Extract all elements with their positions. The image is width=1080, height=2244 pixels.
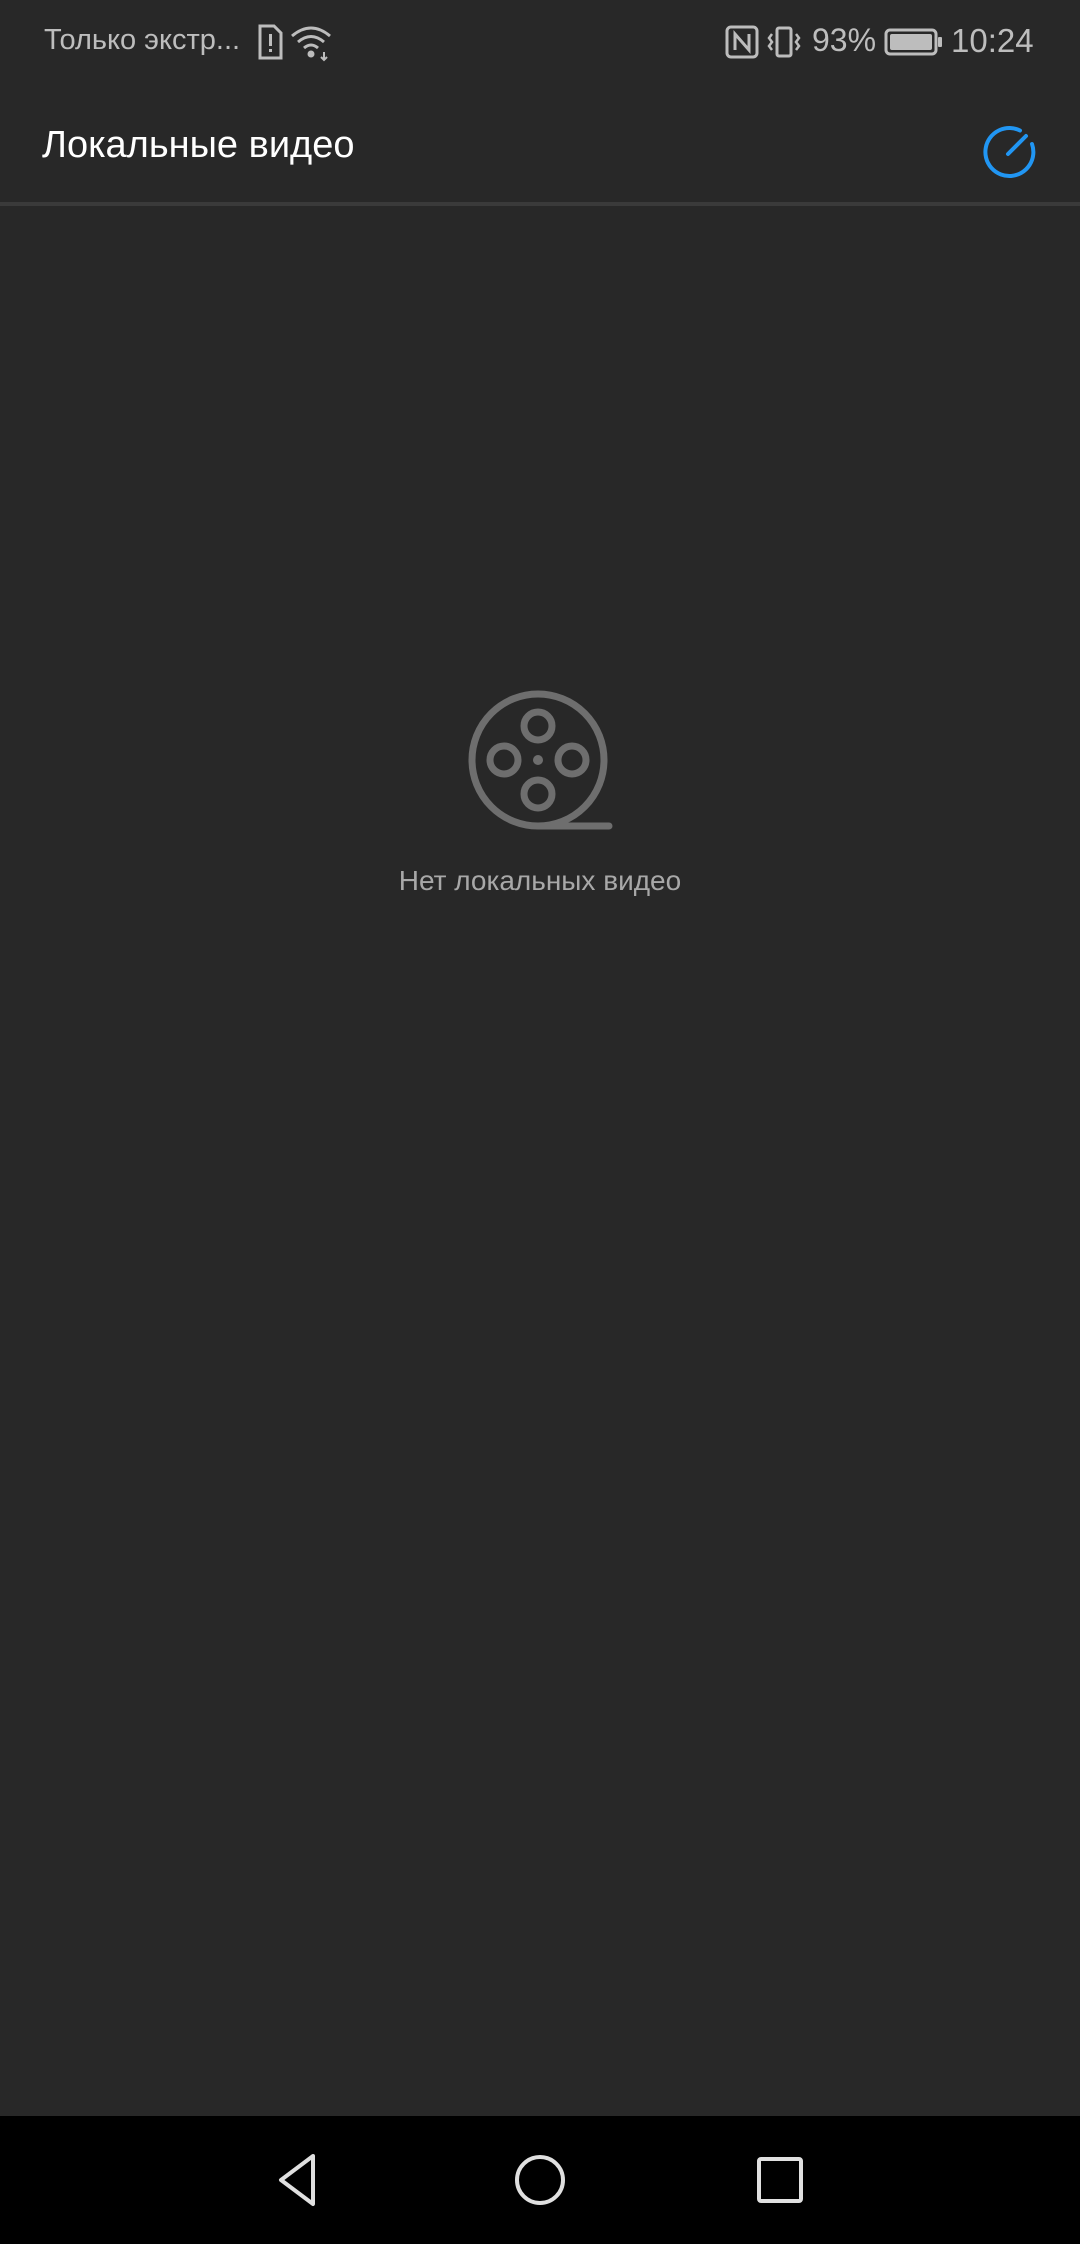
vibrate-icon: [764, 22, 804, 62]
carrier-label: Только экстр...: [44, 24, 241, 56]
back-icon: [279, 2154, 315, 2206]
back-button[interactable]: [259, 2140, 339, 2220]
sim-alert-icon: [250, 22, 290, 62]
clock: 10:24: [951, 22, 1034, 59]
battery-icon: [884, 22, 944, 62]
empty-message: Нет локальных видео: [398, 865, 682, 896]
page-title: Локальные видео: [42, 124, 355, 166]
app-bar-divider: [0, 202, 1080, 206]
app-bar: Локальные видео: [0, 86, 1080, 202]
film-reel-icon: [468, 690, 612, 830]
refresh-icon: [983, 126, 1036, 178]
refresh-button[interactable]: [975, 117, 1045, 187]
empty-state: Нет локальных видео: [0, 690, 1080, 897]
navigation-bar: [0, 2116, 1080, 2244]
recents-icon: [757, 2157, 803, 2203]
status-bar: Только экстр... 93% 10:24: [0, 0, 1080, 86]
nfc-icon: [722, 22, 762, 62]
wifi-icon: [288, 22, 334, 62]
home-button[interactable]: [500, 2140, 580, 2220]
recents-button[interactable]: [740, 2140, 820, 2220]
home-icon: [515, 2155, 565, 2205]
battery-percent: 93%: [812, 22, 877, 58]
